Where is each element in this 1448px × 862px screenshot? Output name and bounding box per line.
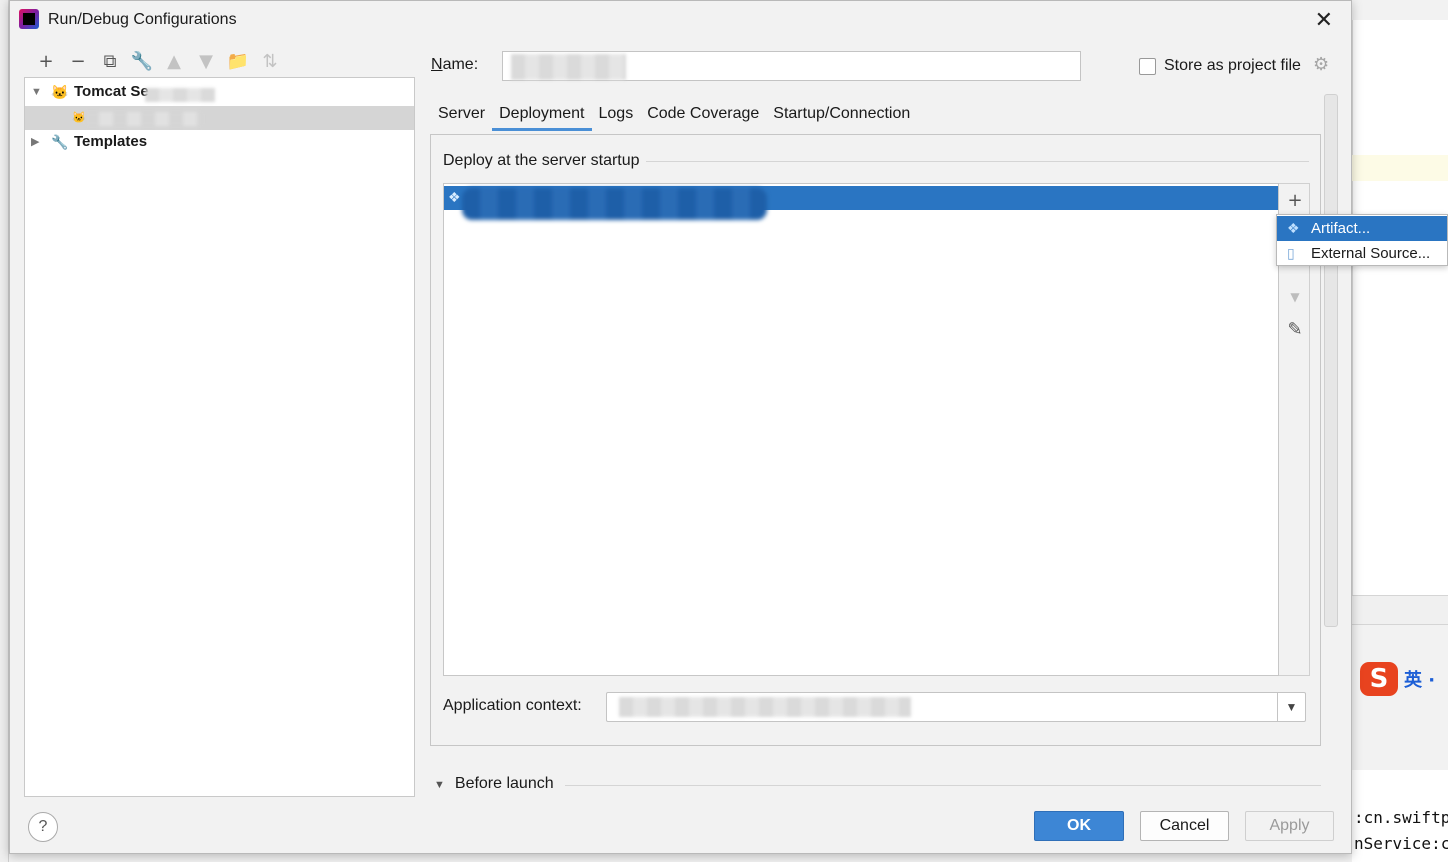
remove-config-icon[interactable]: −: [62, 51, 94, 73]
tree-group-label: Tomcat Se: [74, 83, 149, 100]
application-context-label: Application context:: [443, 697, 582, 714]
name-label: Name:: [431, 56, 479, 73]
console-line: nService:c: [1354, 834, 1448, 853]
menu-item-label: External Source...: [1311, 245, 1431, 262]
name-mnemonic: N: [431, 56, 443, 73]
tab-deployment[interactable]: Deployment: [492, 97, 592, 131]
close-icon[interactable]: ✕: [1315, 7, 1333, 33]
templates-label: Templates: [74, 133, 148, 150]
config-tabs: Server Deployment Logs Code Coverage Sta…: [431, 97, 917, 135]
configuration-tree: ▼ 🐱 Tomcat Se 🐱 ▶ 🔧 Templates: [24, 77, 415, 797]
tomcat-icon: 🐱: [51, 84, 69, 100]
deployment-list[interactable]: ❖: [443, 183, 1279, 676]
background-current-line: [1352, 155, 1448, 181]
background-editor: [1352, 20, 1448, 595]
wrench-icon: 🔧: [51, 134, 69, 150]
console-line: :cn.swiftp: [1354, 808, 1448, 827]
tab-server[interactable]: Server: [431, 97, 492, 131]
tree-group-templates[interactable]: ▶ 🔧 Templates: [25, 130, 414, 154]
artifact-icon: ❖: [1287, 220, 1300, 236]
copy-config-icon[interactable]: ⧉: [94, 51, 126, 73]
menu-item-external-source[interactable]: ▯ External Source...: [1277, 241, 1447, 266]
sort-icon[interactable]: ⇅: [254, 51, 286, 73]
help-button[interactable]: ?: [28, 812, 58, 842]
deploy-section-title: Deploy at the server startup: [443, 152, 646, 170]
tree-item-tomcat-config[interactable]: 🐱: [25, 106, 414, 130]
tab-logs[interactable]: Logs: [592, 97, 641, 131]
deployment-list-item[interactable]: ❖: [444, 186, 1278, 220]
cancel-button[interactable]: Cancel: [1140, 811, 1229, 841]
wrench-icon[interactable]: 🔧: [126, 51, 158, 73]
add-config-icon[interactable]: +: [30, 51, 62, 73]
dialog-title: Run/Debug Configurations: [48, 11, 237, 28]
tab-code-coverage[interactable]: Code Coverage: [640, 97, 766, 131]
tab-startup-connection[interactable]: Startup/Connection: [766, 97, 917, 131]
expand-arrow-icon: ▼: [434, 779, 445, 791]
move-down-icon[interactable]: ▼: [190, 51, 222, 73]
new-folder-icon[interactable]: 📁: [222, 51, 254, 73]
apply-button[interactable]: Apply: [1245, 811, 1334, 841]
ime-mode-label: 英 ·: [1404, 670, 1436, 691]
before-launch-label: Before launch: [454, 775, 554, 792]
menu-item-artifact[interactable]: ❖ Artifact...: [1277, 216, 1447, 241]
tree-group-tomcat[interactable]: ▼ 🐱 Tomcat Se: [25, 80, 414, 104]
store-as-project-file-label[interactable]: Store as project file: [1164, 57, 1301, 75]
menu-item-label: Artifact...: [1311, 220, 1371, 237]
artifact-icon: ❖: [448, 189, 461, 205]
redacted-context-value: [619, 697, 911, 717]
intellij-app-icon: [19, 9, 39, 29]
run-debug-configurations-dialog: Run/Debug Configurations ✕ + − ⧉ 🔧 ▲ ▼ 📁…: [9, 0, 1352, 854]
ok-button[interactable]: OK: [1034, 811, 1124, 841]
add-deployment-popup-menu: ❖ Artifact... ▯ External Source...: [1276, 214, 1448, 266]
name-input[interactable]: [502, 51, 1081, 81]
before-launch-toggle[interactable]: ▼ Before launch: [434, 775, 554, 793]
sogou-logo-icon: S: [1360, 662, 1398, 696]
before-launch-divider: [565, 785, 1321, 786]
application-context-combo[interactable]: ▼: [606, 692, 1306, 722]
ime-indicator[interactable]: S 英 ·: [1360, 662, 1435, 696]
move-down-icon[interactable]: ▼: [1283, 285, 1307, 309]
deployment-panel: Deploy at the server startup ❖ + ▼ ✎ App…: [430, 134, 1321, 746]
redacted-text: [145, 88, 215, 102]
external-source-icon: ▯: [1287, 245, 1295, 261]
chevron-down-icon[interactable]: ▼: [1277, 693, 1305, 721]
collapse-arrow-icon[interactable]: ▶: [31, 130, 43, 154]
config-toolbar: + − ⧉ 🔧 ▲ ▼ 📁 ⇅: [30, 51, 286, 73]
background-separator: [1352, 595, 1448, 625]
vertical-scrollbar[interactable]: [1324, 94, 1338, 627]
store-as-project-file-checkbox[interactable]: [1139, 58, 1156, 75]
expand-arrow-icon[interactable]: ▼: [31, 80, 43, 104]
add-deployment-icon[interactable]: +: [1283, 189, 1307, 213]
title-bar: Run/Debug Configurations ✕: [10, 1, 1351, 39]
redacted-artifact-name: [462, 188, 767, 220]
background-left-strip: [0, 0, 9, 862]
move-up-icon[interactable]: ▲: [158, 51, 190, 73]
edit-pencil-icon[interactable]: ✎: [1283, 318, 1307, 342]
redacted-name-value: [511, 54, 626, 80]
background-console: :cn.swiftp nService:c: [1352, 770, 1448, 862]
redacted-config-name: [85, 112, 203, 126]
gear-icon[interactable]: ⚙: [1313, 54, 1329, 75]
